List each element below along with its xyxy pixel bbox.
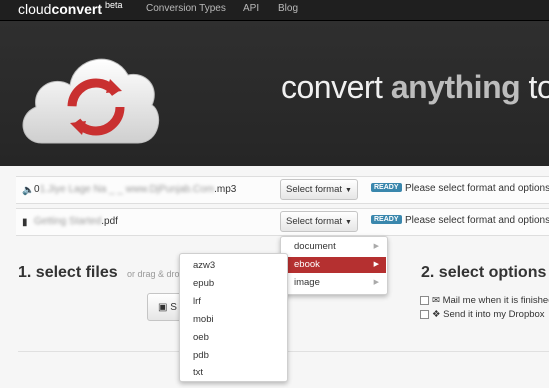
hero-text-suffix: to <box>528 69 549 105</box>
nav-blog[interactable]: Blog <box>278 3 298 14</box>
mail-checkbox[interactable] <box>420 295 429 305</box>
select-options-heading: 2. select options <box>421 264 547 281</box>
mail-option-label: Mail me when it is finished <box>442 295 549 306</box>
nav-conversion-types[interactable]: Conversion Types <box>146 3 226 14</box>
hero-text-prefix: convert <box>281 69 391 105</box>
file-name-ext: .mp3 <box>214 184 237 195</box>
audio-file-icon: 🔈 <box>22 185 35 196</box>
hero-banner: convert anything to <box>0 21 549 166</box>
file-name: 01.Jiye Lage Na _ _ www.DjPunjab.Com.mp3 <box>34 184 236 195</box>
hero-headline: convert anything to <box>281 69 549 106</box>
file-name-blurred: Getting Started <box>34 216 102 227</box>
chevron-right-icon: ▶ <box>373 243 379 250</box>
format-option-oeb[interactable]: oeb <box>193 332 209 343</box>
drag-drop-hint: or drag & dro <box>127 269 180 279</box>
menu-item-document[interactable]: document ▶ <box>282 239 386 255</box>
beta-label: beta <box>105 0 123 10</box>
select-format-button[interactable]: Select format ▼ <box>280 179 358 200</box>
top-navbar: cloudconvert beta Conversion Types API Bl… <box>0 0 549 21</box>
nav-api[interactable]: API <box>243 3 259 14</box>
status-text: Please select format and options <box>405 215 549 226</box>
menu-item-ebook[interactable]: ebook ▶ <box>282 257 386 273</box>
ebook-format-submenu: azw3 epub lrf mobi oeb pdb txt <box>179 253 288 382</box>
format-option-epub[interactable]: epub <box>193 278 214 289</box>
menu-item-label: ebook <box>294 259 320 270</box>
dropbox-option[interactable]: ❖ Send it into my Dropbox <box>420 309 545 320</box>
document-file-icon: ▮ <box>22 217 28 228</box>
file-name-blurred: 1.Jiye Lage Na _ _ www.DjPunjab.Com <box>39 184 215 195</box>
file-row: 🔈 01.Jiye Lage Na _ _ www.DjPunjab.Com.m… <box>16 176 549 204</box>
select-files-heading: 1. select files <box>18 264 118 281</box>
select-format-button[interactable]: Select format ▼ <box>280 211 358 232</box>
caret-down-icon: ▼ <box>345 219 352 226</box>
file-name-prefix: 0 <box>34 184 40 195</box>
cloud-convert-logo-icon <box>22 58 160 144</box>
format-option-pdb[interactable]: pdb <box>193 350 209 361</box>
envelope-icon: ✉ <box>432 295 440 306</box>
hero-text-emphasis: anything <box>390 69 521 105</box>
menu-item-label: document <box>294 241 336 252</box>
format-option-lrf[interactable]: lrf <box>193 296 201 307</box>
file-name-ext: .pdf <box>101 216 118 227</box>
ready-badge: READY <box>371 183 402 192</box>
brand-name-bold: convert <box>51 1 103 17</box>
format-category-menu: document ▶ ebook ▶ image ▶ <box>280 236 388 295</box>
select-format-label: Select format <box>286 216 343 227</box>
file-row: ▮ Getting Started.pdf Select format ▼ REA… <box>16 208 549 236</box>
file-name: Getting Started.pdf <box>34 216 118 227</box>
format-option-azw3[interactable]: azw3 <box>193 260 215 271</box>
format-option-mobi[interactable]: mobi <box>193 314 214 325</box>
dropbox-option-label: Send it into my Dropbox <box>443 309 545 320</box>
menu-item-image[interactable]: image ▶ <box>282 275 386 291</box>
menu-item-label: image <box>294 277 320 288</box>
chevron-right-icon: ▶ <box>373 261 379 268</box>
upload-icon: ▣ <box>158 302 168 313</box>
select-format-label: Select format <box>286 184 343 195</box>
select-files-button-label: S <box>170 302 177 313</box>
dropbox-icon: ❖ <box>432 309 441 320</box>
ready-badge: READY <box>371 215 402 224</box>
caret-down-icon: ▼ <box>345 187 352 194</box>
brand-name-light: cloud <box>18 1 52 17</box>
chevron-right-icon: ▶ <box>373 279 379 286</box>
dropbox-checkbox[interactable] <box>420 309 429 319</box>
status-text: Please select format and options <box>405 183 549 194</box>
brand-logo[interactable]: cloudconvert beta <box>18 0 123 17</box>
mail-option[interactable]: ✉ Mail me when it is finished <box>420 295 549 306</box>
format-option-txt[interactable]: txt <box>193 367 203 378</box>
